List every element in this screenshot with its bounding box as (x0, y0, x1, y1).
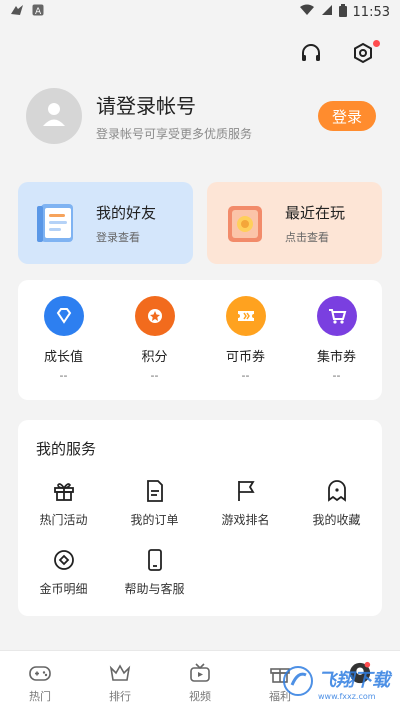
asset-points-value: -- (150, 369, 159, 382)
status-time: 11:53 (352, 4, 390, 20)
wifi-icon (299, 4, 315, 20)
service-my-favorites-label: 我的收藏 (312, 513, 361, 527)
service-my-favorites[interactable]: 我的收藏 (291, 479, 382, 528)
login-prompt-subtitle: 登录帐号可享受更多优质服务 (96, 127, 253, 141)
service-hot-events[interactable]: 热门活动 (18, 479, 109, 528)
status-right: 11:53 (299, 3, 390, 21)
login-prompt-title[interactable]: 请登录帐号 (96, 90, 252, 119)
profile-section: 请登录帐号 登录帐号可享受更多优质服务 登录 (26, 86, 376, 146)
watermark-sub: www.fxxz.com (318, 691, 376, 701)
svg-text:A: A (35, 7, 42, 16)
signal-icon (321, 4, 333, 20)
watermark-logo: 飞翔下载 www.fxxz.com (282, 658, 392, 708)
assets-panel: 成长值 -- 积分 -- 可币券 -- 集市券 -- (18, 280, 382, 400)
asset-growth[interactable]: 成长值 -- (24, 296, 104, 400)
tab-video[interactable]: 视频 (160, 651, 240, 712)
friends-card-subtitle: 登录查看 (96, 230, 140, 244)
notification-dot (373, 40, 380, 47)
service-coin-details-label: 金币明细 (39, 582, 88, 596)
notification-icon (10, 4, 24, 20)
watermark-text: 飞翔下载 (318, 669, 390, 691)
asset-market-value: -- (332, 369, 341, 382)
notebook-icon (30, 197, 82, 249)
watermark-circle-icon (282, 665, 314, 701)
ghost-icon (325, 479, 349, 503)
game-cartridge-icon (219, 197, 271, 249)
battery-icon (338, 3, 347, 21)
phone-icon (143, 548, 167, 572)
services-grid: 热门活动 我的订单 游戏排名 我的收藏 金币明细 帮助与客服 (18, 479, 382, 597)
tab-hot-label: 热门 (29, 690, 51, 703)
tab-ranking[interactable]: 排行 (80, 651, 160, 712)
recent-play-card-text: 最近在玩 点击查看 (285, 202, 345, 245)
asset-coupon-value: -- (241, 369, 250, 382)
asset-coupon[interactable]: 可币券 -- (206, 296, 286, 400)
avatar[interactable] (26, 88, 82, 144)
friends-card[interactable]: 我的好友 登录查看 (18, 182, 193, 264)
tab-video-label: 视频 (189, 690, 211, 703)
profile-text: 请登录帐号 登录帐号可享受更多优质服务 (96, 90, 252, 142)
friends-card-text: 我的好友 登录查看 (96, 202, 156, 245)
tv-icon (188, 661, 212, 685)
asset-points-label: 积分 (141, 350, 168, 365)
settings-button[interactable] (350, 40, 380, 68)
recent-play-card-title: 最近在玩 (285, 203, 346, 222)
gift-icon (52, 479, 76, 503)
services-panel: 我的服务 热门活动 我的订单 游戏排名 我的收藏 金币明细 帮助与客服 (18, 420, 382, 616)
watermark-text-group: 飞翔下载 www.fxxz.com (318, 666, 390, 701)
asset-points[interactable]: 积分 -- (115, 296, 195, 400)
top-actions (298, 40, 380, 68)
login-button[interactable]: 登录 (318, 101, 376, 131)
service-my-orders-label: 我的订单 (130, 513, 179, 527)
service-coin-details[interactable]: 金币明细 (18, 548, 109, 597)
flag-icon (234, 479, 258, 503)
asset-growth-label: 成长值 (43, 350, 83, 365)
headset-button[interactable] (298, 42, 324, 68)
service-my-orders[interactable]: 我的订单 (109, 479, 200, 528)
service-game-ranking[interactable]: 游戏排名 (200, 479, 291, 528)
asset-coupon-label: 可币券 (225, 350, 265, 365)
service-game-ranking-label: 游戏排名 (221, 513, 270, 527)
diamond-icon (43, 296, 84, 336)
gamepad-icon (28, 661, 52, 685)
tab-hot[interactable]: 热门 (0, 651, 80, 712)
friends-card-title: 我的好友 (96, 203, 157, 222)
cart-icon (316, 296, 357, 336)
recent-play-card[interactable]: 最近在玩 点击查看 (207, 182, 382, 264)
coin-icon (52, 548, 76, 572)
order-icon (143, 479, 167, 503)
headset-icon (300, 42, 322, 68)
user-placeholder-icon (39, 99, 69, 133)
asset-market[interactable]: 集市券 -- (297, 296, 377, 400)
quick-cards: 我的好友 登录查看 最近在玩 点击查看 (18, 182, 382, 264)
crown-icon (108, 661, 132, 685)
hexagon-settings-icon (352, 42, 374, 68)
service-hot-events-label: 热门活动 (39, 513, 88, 527)
service-help-support[interactable]: 帮助与客服 (109, 548, 200, 597)
recent-play-card-subtitle: 点击查看 (285, 230, 329, 244)
tab-ranking-label: 排行 (109, 690, 131, 703)
asset-growth-value: -- (59, 369, 68, 382)
status-bar: A 11:53 (0, 0, 400, 24)
points-icon (134, 296, 175, 336)
services-title: 我的服务 (36, 440, 97, 458)
app-notification-icon: A (32, 4, 44, 20)
asset-market-label: 集市券 (316, 350, 356, 365)
service-help-support-label: 帮助与客服 (124, 582, 185, 596)
coupon-icon (225, 296, 266, 336)
status-left: A (10, 4, 44, 20)
